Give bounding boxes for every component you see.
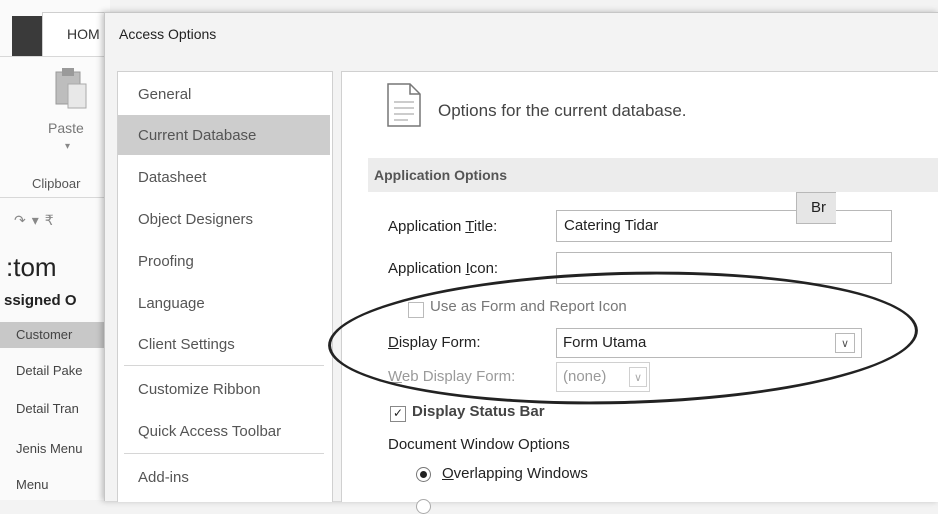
- use-as-form-icon-checkbox[interactable]: [408, 302, 424, 318]
- access-options-dialog: Access Options General Current Database …: [104, 12, 938, 514]
- app-title-label: Application Title:: [388, 218, 498, 235]
- sidebar-item-label: Proofing: [138, 253, 194, 270]
- nav-item-jenis-menu[interactable]: Jenis Menu: [0, 436, 110, 462]
- overlapping-windows-label: Overlapping Windows: [442, 465, 588, 482]
- chevron-down-icon[interactable]: ▾: [32, 212, 45, 228]
- sidebar-item-label: Current Database: [138, 127, 257, 144]
- web-display-form-value: (none): [563, 368, 607, 385]
- chevron-down-icon[interactable]: ∨: [629, 367, 647, 387]
- app-title-value: Catering Tidar: [564, 217, 659, 234]
- sidebar-divider: [124, 365, 324, 366]
- tab-home[interactable]: HOM: [42, 12, 112, 57]
- sidebar-item-language[interactable]: Language: [118, 283, 330, 323]
- overlapping-windows-radio[interactable]: [416, 467, 431, 482]
- display-form-select[interactable]: Form Utama ∨: [556, 328, 862, 358]
- nav-item-customer[interactable]: Customer: [0, 322, 110, 348]
- sidebar-item-label: Client Settings: [138, 336, 235, 353]
- browse-button[interactable]: Br: [796, 192, 836, 224]
- nav-item-menu[interactable]: Menu: [0, 472, 110, 498]
- app-title-field[interactable]: Catering Tidar: [556, 210, 892, 242]
- sidebar-item-label: Add-ins: [138, 469, 189, 486]
- section-header: Application Options: [368, 158, 938, 192]
- tab-home-label: HOM: [67, 26, 100, 42]
- nav-item-label: Detail Tran: [16, 401, 79, 416]
- app-icon-field[interactable]: [556, 252, 892, 284]
- sidebar-item-datasheet[interactable]: Datasheet: [118, 157, 330, 197]
- sidebar-item-label: Datasheet: [138, 169, 207, 186]
- paste-icon[interactable]: [50, 66, 90, 112]
- sidebar-item-quick-access-toolbar[interactable]: Quick Access Toolbar: [118, 411, 330, 451]
- nav-pane-title: :tom: [6, 252, 57, 282]
- paste-label[interactable]: Paste: [48, 120, 84, 136]
- options-sidebar: General Current Database Datasheet Objec…: [117, 71, 333, 502]
- nav-item-label: Customer: [16, 327, 73, 342]
- chevron-down-icon[interactable]: ▾: [65, 141, 70, 152]
- browse-button-label: Br: [811, 199, 826, 216]
- web-display-form-label: Web Display Form:: [388, 368, 516, 385]
- sidebar-item-client-settings[interactable]: Client Settings: [118, 324, 330, 364]
- sidebar-item-label: Customize Ribbon: [138, 381, 261, 398]
- options-content: Options for the current database. Applic…: [341, 71, 938, 514]
- nav-group-header[interactable]: ssigned O: [4, 292, 77, 309]
- sidebar-item-add-ins[interactable]: Add-ins: [118, 457, 330, 497]
- display-form-label: Display Form:: [388, 334, 481, 351]
- sidebar-item-label: General: [138, 86, 192, 103]
- sidebar-item-general[interactable]: General: [118, 74, 330, 114]
- nav-item-detail-pake[interactable]: Detail Pake: [0, 358, 110, 384]
- document-icon: [387, 83, 421, 127]
- sidebar-item-current-database[interactable]: Current Database: [118, 115, 330, 155]
- access-logo: [12, 16, 42, 58]
- quick-access-toolbar[interactable]: ↷▾₹: [14, 212, 60, 229]
- nav-item-label: Detail Pake: [16, 363, 83, 378]
- redo-icon[interactable]: ↷: [14, 212, 32, 228]
- tabbed-documents-radio[interactable]: [416, 499, 431, 514]
- section-title: Application Options: [374, 167, 507, 183]
- customize-qat-icon[interactable]: ₹: [45, 212, 60, 228]
- page-title: Options for the current database.: [438, 101, 687, 120]
- use-as-form-icon-label: Use as Form and Report Icon: [430, 298, 627, 315]
- access-main-window: HOM Paste ▾ Clipboar ↷▾₹ :tom ssigned O …: [0, 0, 112, 500]
- web-display-form-select[interactable]: (none) ∨: [556, 362, 650, 392]
- radio-selected-dot: [420, 471, 427, 478]
- display-status-bar-checkbox[interactable]: ✓: [390, 406, 406, 422]
- sidebar-item-label: Language: [138, 295, 205, 312]
- display-status-bar-label: Display Status Bar: [412, 403, 545, 420]
- sidebar-item-proofing[interactable]: Proofing: [118, 241, 330, 281]
- dialog-title: Access Options: [119, 26, 217, 42]
- clipboard-group-label: Clipboar: [32, 176, 81, 191]
- sidebar-item-label: Object Designers: [138, 211, 254, 228]
- nav-item-label: Menu: [16, 477, 49, 492]
- sidebar-item-customize-ribbon[interactable]: Customize Ribbon: [118, 369, 330, 409]
- sidebar-divider: [124, 453, 324, 454]
- nav-item-detail-tran[interactable]: Detail Tran: [0, 396, 110, 422]
- document-window-options-label: Document Window Options: [388, 436, 570, 453]
- sidebar-item-object-designers[interactable]: Object Designers: [118, 199, 330, 239]
- check-icon: ✓: [392, 406, 404, 420]
- display-form-value: Form Utama: [563, 334, 647, 351]
- nav-item-label: Jenis Menu: [16, 441, 83, 456]
- chevron-down-icon[interactable]: ∨: [835, 333, 855, 353]
- sidebar-item-label: Quick Access Toolbar: [138, 423, 282, 440]
- app-icon-label: Application Icon:: [388, 260, 499, 277]
